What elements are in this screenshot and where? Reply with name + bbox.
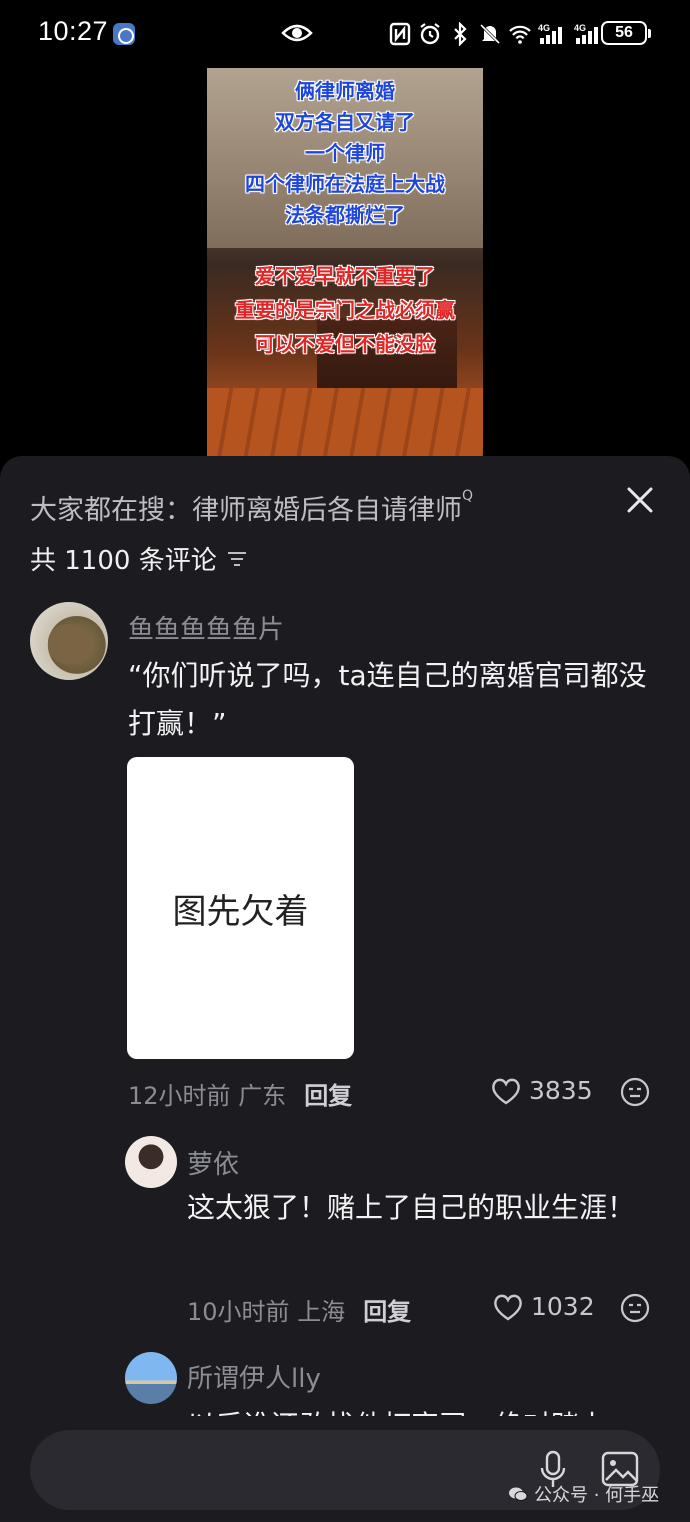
comment-count: 共 1100 条评论 [30,540,247,577]
hot-search-link[interactable]: 大家都在搜：律师离婚后各自请律师Q [30,488,473,527]
search-icon: Q [462,488,474,504]
caption-line: 可以不爱但不能没脸 [255,332,435,356]
sort-icon[interactable] [227,550,247,568]
avatar[interactable] [30,602,108,680]
bluetooth-icon [454,22,467,46]
battery-indicator: 56 [601,21,651,45]
nfc-icon [389,22,411,46]
caption-line: 双方各自又请了 [275,110,415,134]
comment-count-label: 共 1100 条评论 [30,546,217,576]
caption-line: 爱不爱早就不重要了 [255,264,435,288]
caption-line: 法条都撕烂了 [285,203,405,227]
comment-location: 广东 [238,1082,287,1110]
caption-line: 重要的是宗门之战必须赢 [235,298,455,322]
comment-text: “你们听说了吗，ta连自己的离婚官司都没打赢！” [128,659,647,740]
hot-search-prefix: 大家都在搜： [30,495,192,526]
caption-line: 俩律师离婚 [295,79,395,103]
comment-username[interactable]: 所谓伊人lly [187,1358,321,1395]
status-icons: 4G 4G [388,20,604,48]
courtroom-floor [207,388,483,460]
comment-username[interactable]: 鱼鱼鱼鱼鱼片 [128,609,284,646]
wifi-icon [509,25,531,44]
caption-line: 四个律师在法庭上大战 [245,172,445,196]
svg-text:4G: 4G [574,23,586,33]
mute-icon [479,23,501,45]
like-count: 1032 [531,1292,595,1321]
close-icon[interactable] [624,484,656,516]
reply-button[interactable]: 回复 [363,1292,411,1327]
alarm-icon [420,23,440,45]
signal-4g-icon: 4G [538,23,562,44]
comments-sheet: 大家都在搜：律师离婚后各自请律师Q 共 1100 条评论 鱼鱼鱼鱼鱼片 “你们听… [0,456,690,1522]
emoji-react-icon[interactable] [620,1077,650,1107]
watermark: 公众号 · 何手巫 [508,1481,659,1507]
heart-icon [492,1078,520,1104]
like-count: 3835 [529,1076,593,1105]
video-caption-red: 爱不爱早就不重要了 重要的是宗门之战必须赢 可以不爱但不能没脸 [207,259,483,361]
emoji-react-icon[interactable] [620,1293,650,1323]
video-caption-blue: 俩律师离婚 双方各自又请了 一个律师 四个律师在法庭上大战 法条都撕烂了 [207,76,483,231]
avatar[interactable] [125,1136,177,1188]
comment-time: 12小时前 [128,1082,231,1110]
comment-meta: 10小时前 上海 回复 [187,1292,411,1327]
comment-username[interactable]: 萝依 [187,1144,239,1181]
wechat-icon [509,1487,528,1501]
heart-icon [494,1294,522,1320]
app-notification-icon [113,23,135,45]
video-thumbnail[interactable]: 俩律师离婚 双方各自又请了 一个律师 四个律师在法庭上大战 法条都撕烂了 爱不爱… [207,68,483,460]
comment-meta: 12小时前 广东 回复 [128,1076,352,1111]
comment-image-text: 图先欠着 [172,891,309,932]
comment-text: 这太狠了！赌上了自己的职业生涯！ [187,1191,636,1224]
caption-line: 一个律师 [305,141,385,165]
comment-image[interactable]: 图先欠着 [127,757,354,1059]
hot-search-term: 律师离婚后各自请律师 [192,495,462,526]
like-button[interactable]: 3835 [491,1076,593,1105]
comment-text: 以后谁还敢找他打官司，绝对赌上 [187,1402,657,1416]
like-button[interactable]: 1032 [493,1292,595,1321]
status-bar: 10:27 4G 4G 56 [0,0,690,68]
comment-location: 上海 [297,1298,346,1326]
signal-4g-icon: 4G [574,23,598,44]
status-time: 10:27 [38,16,109,46]
watermark-text: 公众号 · 何手巫 [534,1485,660,1506]
reply-button[interactable]: 回复 [304,1076,352,1111]
svg-text:4G: 4G [538,23,550,33]
eye-icon [281,24,313,42]
comment-time: 10小时前 [187,1298,290,1326]
avatar[interactable] [125,1352,177,1404]
